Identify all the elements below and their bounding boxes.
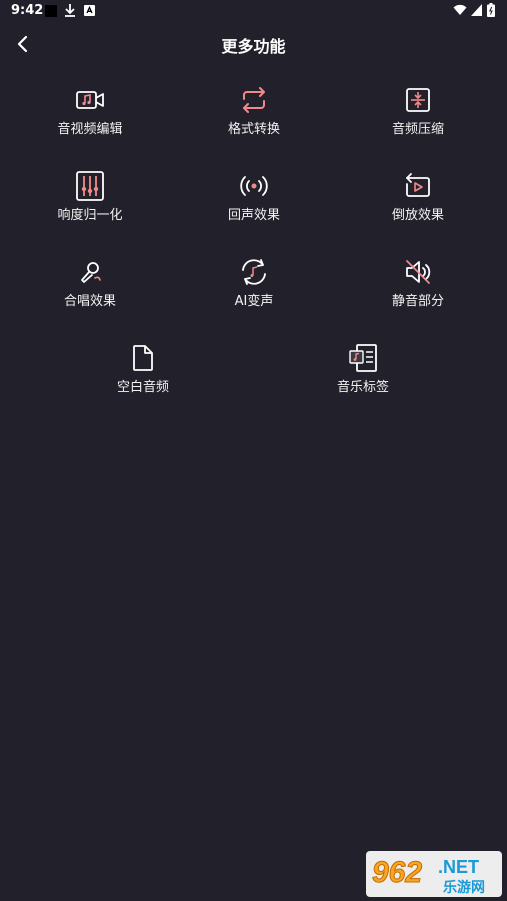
watermark-sub: 乐游网 xyxy=(443,879,485,896)
wifi-icon xyxy=(453,4,467,15)
status-time: 9:42 xyxy=(11,3,44,18)
mute-icon xyxy=(406,260,431,284)
feature-label: 空白音频 xyxy=(116,380,169,395)
watermark-suffix: .NET xyxy=(438,857,479,877)
feature-label: AI变声 xyxy=(234,294,274,309)
feature-audio-compress[interactable]: 音频压缩 xyxy=(338,85,498,155)
feature-label: 合唱效果 xyxy=(63,294,116,309)
feature-audio-video-edit[interactable]: 音视频编辑 xyxy=(10,85,170,155)
download-icon xyxy=(65,4,75,17)
feature-label: 格式转换 xyxy=(227,122,280,137)
top-bar: 更多功能 xyxy=(0,24,507,64)
compress-icon xyxy=(406,88,430,112)
feature-label: 音乐标签 xyxy=(336,380,389,395)
feature-label: 倒放效果 xyxy=(391,208,444,223)
feature-blank-audio[interactable]: 空白音频 xyxy=(63,343,223,413)
feature-label: 回声效果 xyxy=(227,208,280,223)
music-tag-icon xyxy=(349,344,377,372)
app-notification-icon xyxy=(84,5,95,16)
signal-icon xyxy=(471,4,482,16)
watermark-logo: 962 .NET 乐游网 xyxy=(366,851,502,897)
voice-change-icon xyxy=(242,259,266,285)
feature-ai-voice-change[interactable]: AI变声 xyxy=(174,257,334,327)
battery-icon xyxy=(487,3,495,17)
equalizer-icon xyxy=(76,171,104,201)
microphone-icon xyxy=(81,262,101,283)
feature-loudness-normalize[interactable]: 响度归一化 xyxy=(10,171,170,241)
music-video-icon xyxy=(76,91,104,109)
feature-mute-section[interactable]: 静音部分 xyxy=(338,257,498,327)
repeat-icon xyxy=(243,87,265,113)
feature-music-tag[interactable]: 音乐标签 xyxy=(283,343,443,413)
feature-reverse-effect[interactable]: 倒放效果 xyxy=(338,171,498,241)
notification-square-icon xyxy=(45,5,57,17)
watermark-number: 962 xyxy=(372,856,422,889)
feature-label: 音视频编辑 xyxy=(57,122,123,137)
broadcast-icon xyxy=(240,176,268,196)
status-bar: 9:42 xyxy=(0,0,507,22)
feature-echo-effect[interactable]: 回声效果 xyxy=(174,171,334,241)
page-title: 更多功能 xyxy=(221,37,286,56)
feature-format-convert[interactable]: 格式转换 xyxy=(174,85,334,155)
feature-label: 音频压缩 xyxy=(391,122,444,137)
feature-chorus-effect[interactable]: 合唱效果 xyxy=(10,257,170,327)
feature-label: 响度归一化 xyxy=(57,208,123,223)
feature-label: 静音部分 xyxy=(391,294,444,309)
reverse-play-icon xyxy=(406,173,430,197)
blank-file-icon xyxy=(133,345,153,371)
